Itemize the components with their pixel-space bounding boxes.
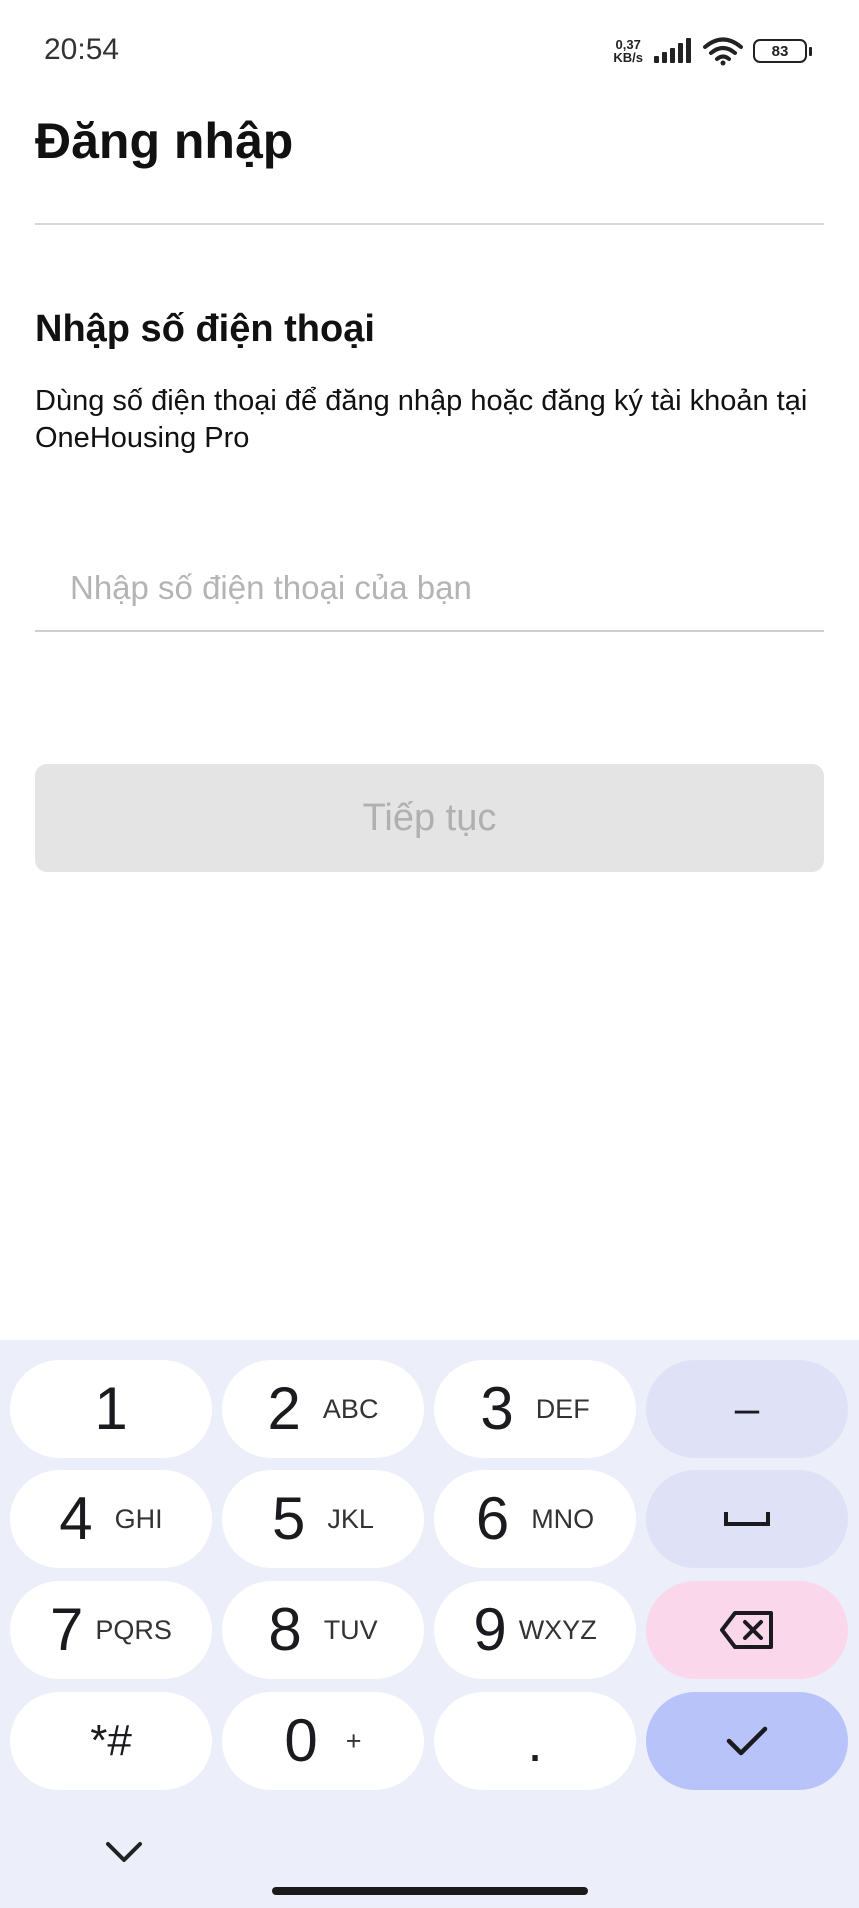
status-bar: 20:54 0,37 KB/s 83 bbox=[0, 0, 859, 100]
dash-key[interactable]: – bbox=[646, 1360, 848, 1458]
key-7[interactable]: 7 PQRS bbox=[10, 1581, 212, 1679]
key-3[interactable]: 3 DEF bbox=[434, 1360, 636, 1458]
key-digit: *# bbox=[90, 1716, 132, 1765]
key-letters: + bbox=[345, 1725, 362, 1756]
key-letters: TUV bbox=[323, 1614, 378, 1645]
key-digit: 5 bbox=[272, 1485, 306, 1552]
key-letters: ABC bbox=[322, 1393, 379, 1424]
key-letters: WXYZ bbox=[518, 1614, 597, 1645]
key-digit: 8 bbox=[268, 1596, 302, 1663]
key-dot[interactable]: . bbox=[434, 1692, 636, 1790]
key-4[interactable]: 4 GHI bbox=[10, 1470, 212, 1568]
key-star-hash[interactable]: *# bbox=[10, 1692, 212, 1790]
key-letters: GHI bbox=[114, 1503, 163, 1534]
section-title: Nhập số điện thoại bbox=[35, 308, 375, 350]
key-0[interactable]: 0 + bbox=[222, 1692, 424, 1790]
key-digit: 2 bbox=[267, 1375, 301, 1442]
key-9[interactable]: 9 WXYZ bbox=[434, 1581, 636, 1679]
key-digit: 9 bbox=[473, 1596, 507, 1663]
backspace-icon bbox=[720, 1611, 773, 1649]
key-2[interactable]: 2 ABC bbox=[222, 1360, 424, 1458]
key-digit: 4 bbox=[59, 1485, 93, 1552]
space-icon bbox=[724, 1512, 770, 1526]
description-text: Dùng số điện thoại để đăng nhập hoặc đăn… bbox=[35, 385, 808, 454]
space-key[interactable] bbox=[646, 1470, 848, 1568]
key-digit: . bbox=[527, 1709, 543, 1773]
key-1[interactable]: 1 bbox=[10, 1360, 212, 1458]
battery-icon: 83 bbox=[753, 39, 812, 63]
phone-input[interactable] bbox=[35, 545, 824, 632]
key-letters: JKL bbox=[327, 1503, 374, 1534]
key-letters: MNO bbox=[531, 1503, 595, 1534]
key-5[interactable]: 5 JKL bbox=[222, 1470, 424, 1568]
signal-icon bbox=[654, 38, 691, 63]
header-divider bbox=[35, 223, 824, 225]
key-digit: 7 bbox=[50, 1596, 84, 1663]
key-letters: PQRS bbox=[95, 1614, 172, 1645]
continue-button[interactable]: Tiếp tục bbox=[35, 764, 824, 872]
check-icon bbox=[726, 1726, 768, 1756]
key-8[interactable]: 8 TUV bbox=[222, 1581, 424, 1679]
chevron-down-icon[interactable] bbox=[104, 1840, 144, 1864]
login-screen: 20:54 0,37 KB/s 83 Đăng nhập Nhập số điệ… bbox=[0, 0, 859, 1908]
dash-label: – bbox=[734, 1384, 760, 1433]
wifi-icon bbox=[703, 37, 743, 66]
key-letters: DEF bbox=[535, 1393, 590, 1424]
key-digit: 0 bbox=[284, 1707, 318, 1774]
status-icons: 0,37 KB/s 83 bbox=[613, 34, 812, 68]
key-digit: 3 bbox=[480, 1375, 514, 1442]
backspace-key[interactable] bbox=[646, 1581, 848, 1679]
battery-level: 83 bbox=[771, 42, 789, 60]
home-indicator[interactable] bbox=[272, 1887, 588, 1895]
key-digit: 1 bbox=[94, 1375, 128, 1442]
network-speed: 0,37 KB/s bbox=[613, 38, 643, 64]
done-key[interactable] bbox=[646, 1692, 848, 1790]
key-6[interactable]: 6 MNO bbox=[434, 1470, 636, 1568]
key-digit: 6 bbox=[475, 1485, 510, 1552]
network-speed-unit: KB/s bbox=[613, 50, 643, 65]
status-time: 20:54 bbox=[44, 33, 120, 66]
page-title: Đăng nhập bbox=[35, 113, 294, 169]
